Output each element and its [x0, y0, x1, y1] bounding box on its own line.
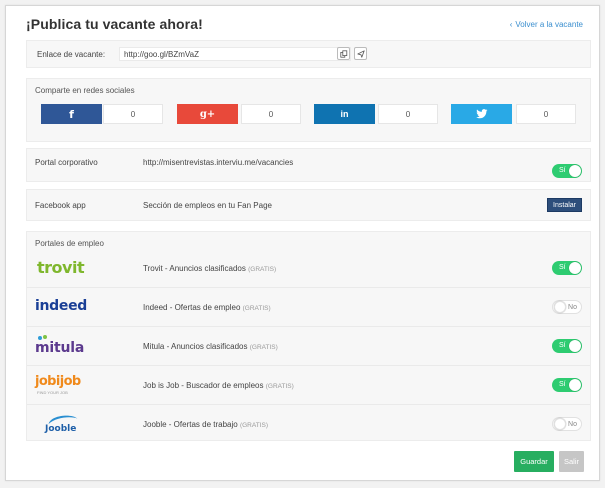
toggle-label: No [568, 304, 577, 311]
send-icon [356, 49, 365, 58]
copy-icon [339, 49, 347, 58]
jooble-logo: Jooble [35, 413, 95, 435]
twitter-share-button[interactable] [451, 104, 512, 124]
jobijob-logo: jobijob FIND YOUR JOB [35, 374, 81, 395]
vacancy-link-label: Enlace de vacante: [37, 50, 106, 59]
facebook-app-row: Facebook app Sección de empleos en tu Fa… [26, 189, 591, 221]
send-link-button[interactable] [354, 47, 367, 60]
corporate-portal-toggle[interactable]: Sí [552, 164, 582, 178]
trovit-toggle[interactable]: Sí [552, 261, 582, 275]
save-button[interactable]: Guardar [514, 451, 554, 472]
toggle-knob [554, 418, 566, 430]
indeed-logo: indeed [35, 298, 87, 314]
exit-button[interactable]: Salir [559, 451, 584, 472]
google-plus-share-count: 0 [241, 104, 301, 124]
toggle-knob [569, 262, 581, 274]
google-plus-icon: g+ [199, 108, 216, 120]
back-to-vacancy-link[interactable]: ‹ Volver a la vacante [510, 20, 583, 29]
vacancy-link-panel: Enlace de vacante: [26, 40, 591, 68]
portal-name: Mitula - Anuncios clasificados (GRATIS) [143, 342, 278, 351]
linkedin-share-count: 0 [378, 104, 438, 124]
job-portals-panel: Portales de empleo trovit Trovit - Anunc… [26, 231, 591, 441]
google-plus-share-button[interactable]: g+ [177, 104, 238, 124]
portal-row-trovit: trovit Trovit - Anuncios clasificados (G… [27, 249, 590, 288]
twitter-share-count: 0 [516, 104, 576, 124]
portal-name: Trovit - Anuncios clasificados (GRATIS) [143, 264, 277, 273]
corporate-portal-label: Portal corporativo [35, 158, 98, 167]
copy-link-button[interactable] [337, 47, 350, 60]
indeed-toggle[interactable]: No [552, 300, 582, 314]
portal-row-indeed: indeed Indeed - Ofertas de empleo (GRATI… [27, 288, 590, 327]
toggle-knob [569, 165, 581, 177]
page-title: ¡Publica tu vacante ahora! [26, 16, 203, 32]
vacancy-link-input[interactable] [119, 47, 351, 61]
twitter-icon [475, 109, 487, 119]
portal-row-jooble: Jooble Jooble - Ofertas de trabajo (GRAT… [27, 405, 590, 444]
linkedin-share-button[interactable]: in [314, 104, 375, 124]
publish-card: ¡Publica tu vacante ahora! ‹ Volver a la… [5, 5, 600, 481]
toggle-knob [569, 340, 581, 352]
facebook-app-description: Sección de empleos en tu Fan Page [143, 201, 272, 210]
job-portals-title: Portales de empleo [35, 239, 104, 248]
toggle-knob [569, 379, 581, 391]
install-button[interactable]: Instalar [547, 198, 582, 212]
corporate-portal-row: Portal corporativo http://misentrevistas… [26, 148, 591, 182]
toggle-label: Sí [559, 381, 566, 388]
social-share-title: Comparte en redes sociales [35, 86, 135, 95]
facebook-app-label: Facebook app [35, 201, 86, 210]
portal-row-mitula: mitula Mitula - Anuncios clasificados (G… [27, 327, 590, 366]
toggle-label: Sí [559, 167, 566, 174]
portal-row-jobijob: jobijob FIND YOUR JOB Job is Job - Busca… [27, 366, 590, 405]
jobijob-toggle[interactable]: Sí [552, 378, 582, 392]
portal-name: Job is Job - Buscador de empleos (GRATIS… [143, 381, 294, 390]
jooble-toggle[interactable]: No [552, 417, 582, 431]
social-share-panel: Comparte en redes sociales f 0 g+ 0 in 0… [26, 78, 591, 142]
corporate-portal-url: http://misentrevistas.interviu.me/vacanc… [143, 158, 294, 167]
portal-name: Indeed - Ofertas de empleo (GRATIS) [143, 303, 271, 312]
chevron-left-icon: ‹ [509, 20, 513, 29]
toggle-label: No [568, 421, 577, 428]
facebook-share-count: 0 [103, 104, 163, 124]
mitula-logo: mitula [35, 335, 95, 357]
facebook-share-button[interactable]: f [41, 104, 102, 124]
toggle-label: Sí [559, 264, 566, 271]
toggle-label: Sí [559, 342, 566, 349]
toggle-knob [554, 301, 566, 313]
trovit-logo: trovit [37, 258, 85, 277]
portal-name: Jooble - Ofertas de trabajo (GRATIS) [143, 420, 268, 429]
linkedin-icon: in [340, 109, 349, 119]
facebook-icon: f [69, 107, 74, 121]
back-link-label: Volver a la vacante [515, 20, 583, 29]
mitula-toggle[interactable]: Sí [552, 339, 582, 353]
